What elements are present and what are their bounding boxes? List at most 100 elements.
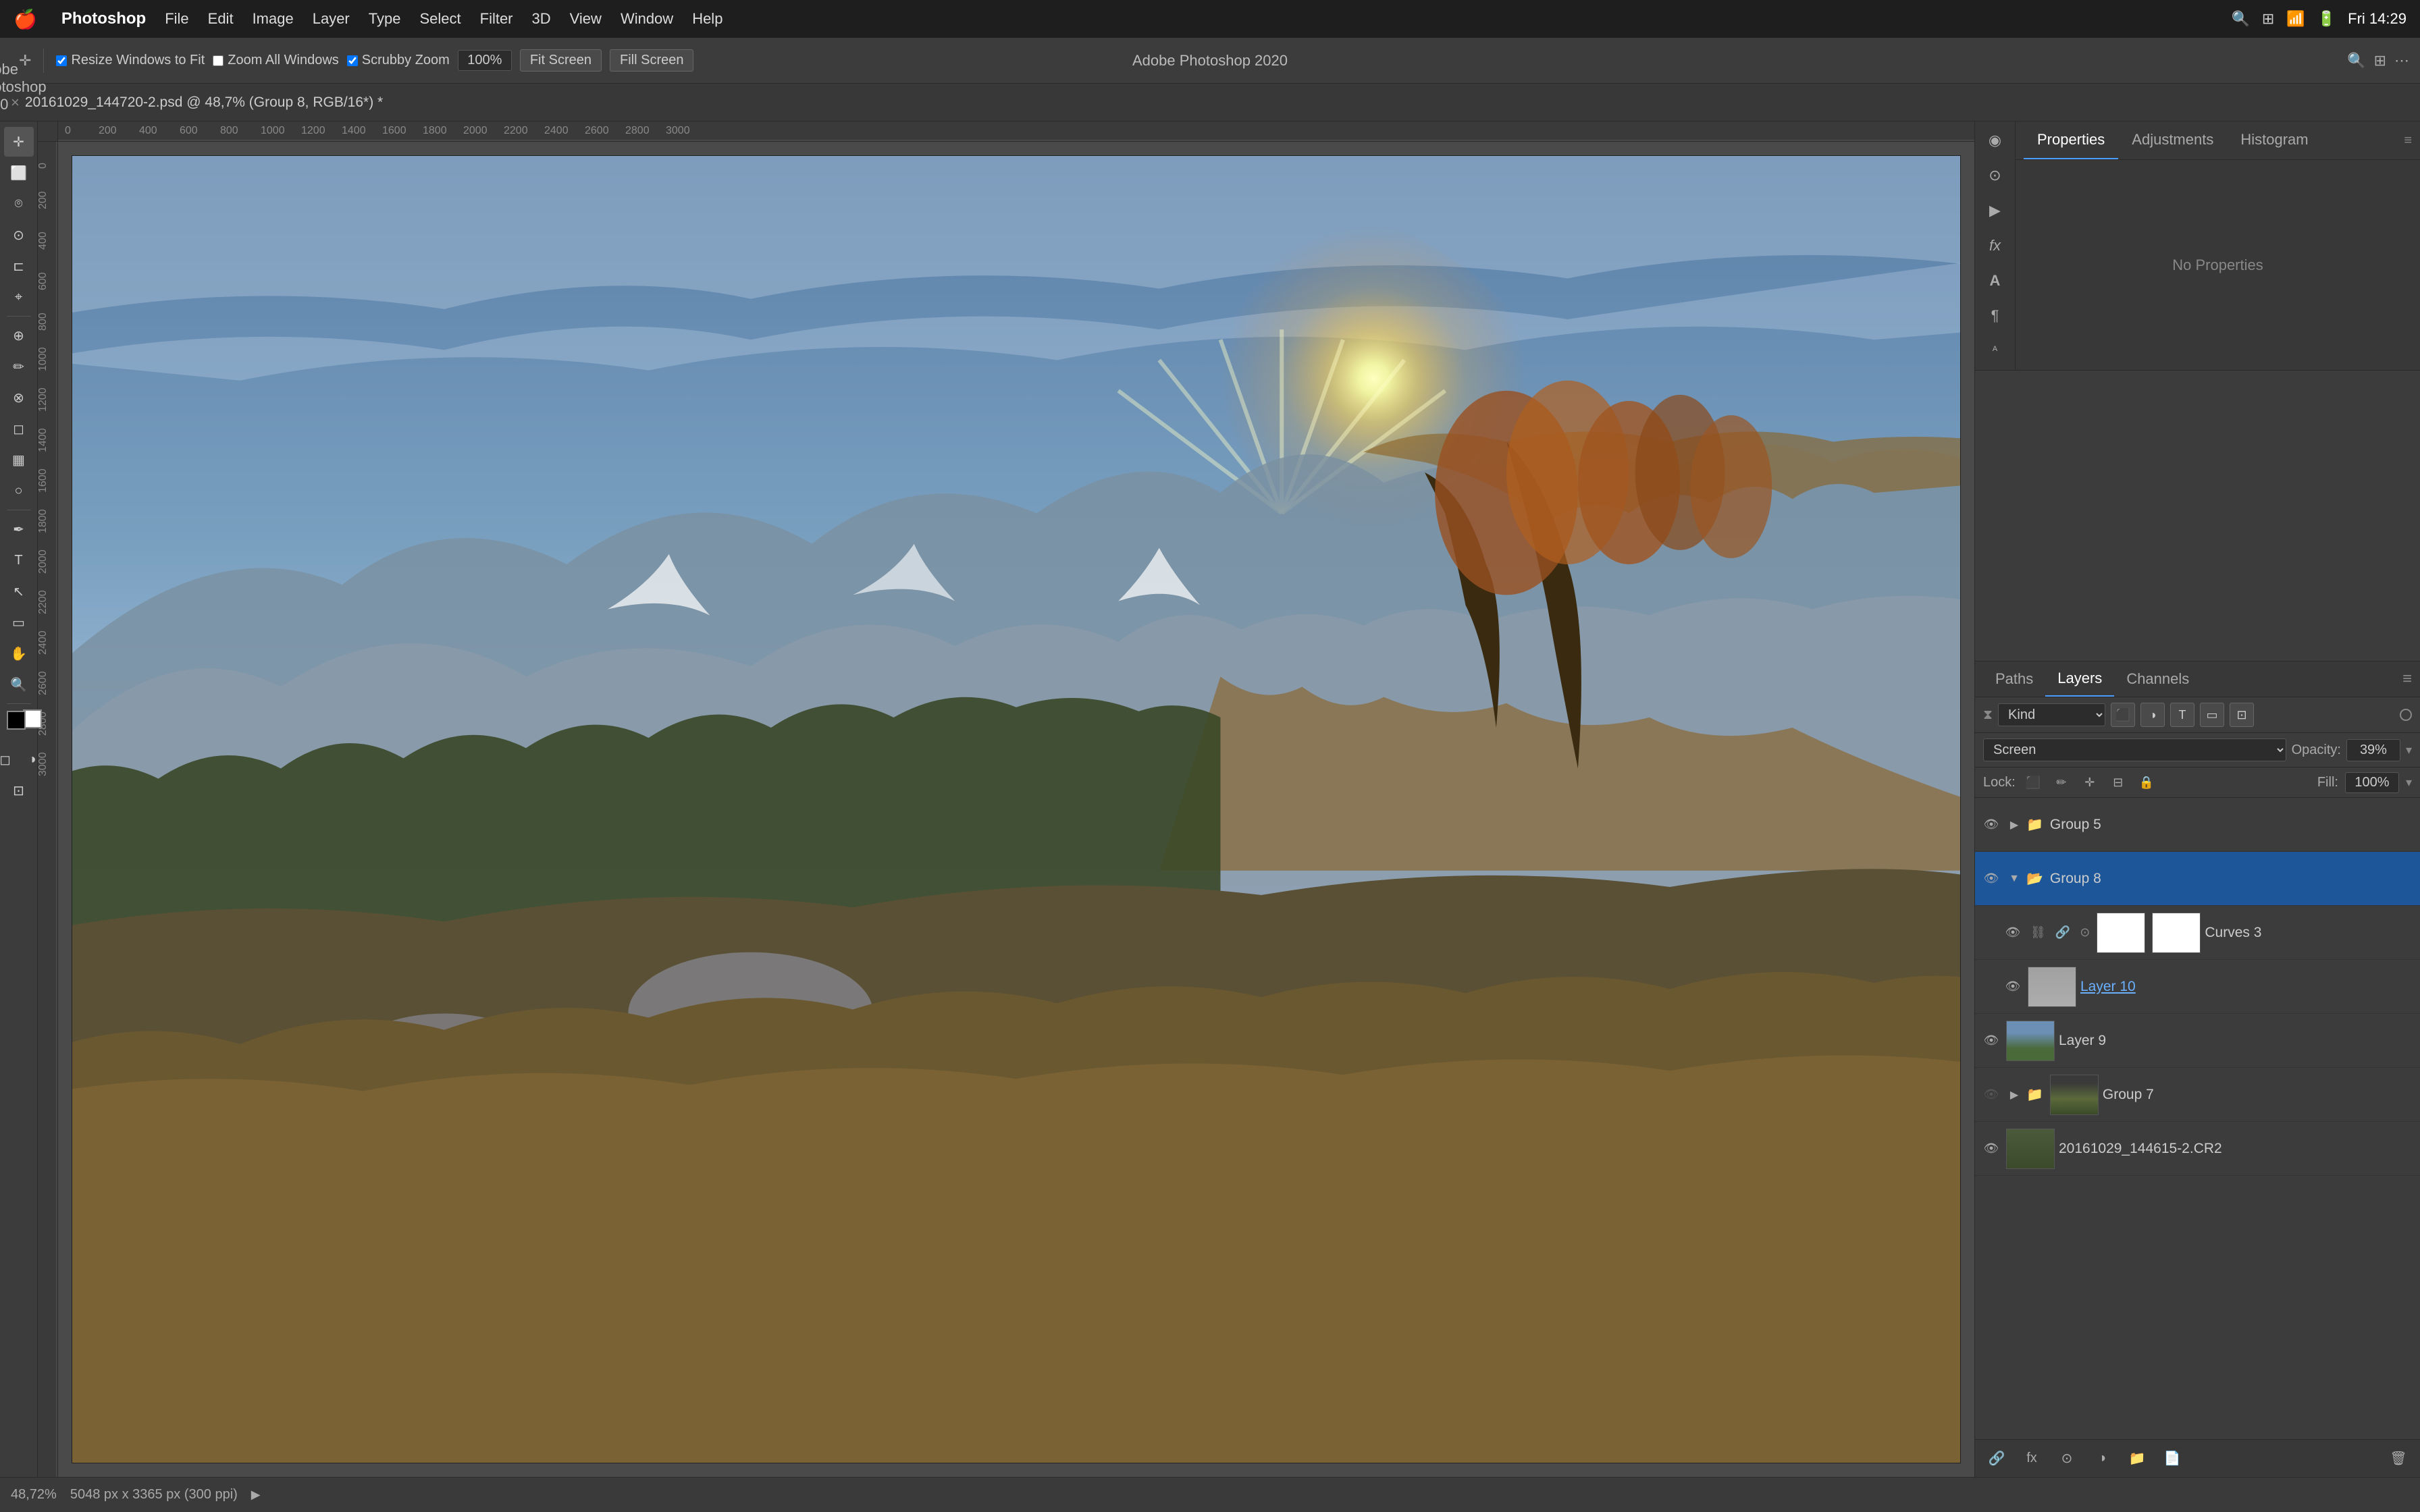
lock-transparent-btn[interactable]: ⬛ [2022,772,2044,793]
tab-layers[interactable]: Layers [2045,662,2114,697]
actions-icon[interactable]: ▶ [1980,196,2010,225]
opacity-value[interactable]: 39% [2346,739,2400,761]
foreground-color[interactable] [7,711,26,730]
delete-layer-btn[interactable]: 🗑 [2385,1445,2412,1472]
add-layer-style-btn[interactable]: fx [2018,1445,2045,1472]
search-icon-toolbar[interactable]: 🔍 [2347,52,2365,70]
layer-name-link[interactable]: Layer 10 [2080,979,2415,995]
tab-paths[interactable]: Paths [1983,662,2045,696]
new-layer-btn[interactable]: 📄 [2159,1445,2186,1472]
hand-tool[interactable]: ✋ [4,639,34,668]
layers-panel-options[interactable]: ≡ [2402,670,2412,688]
shape-tool[interactable]: ▭ [4,608,34,637]
lock-artboard-btn[interactable]: ⊟ [2107,772,2129,793]
lock-image-btn[interactable]: ✏ [2051,772,2072,793]
apple-menu[interactable]: 🍎 [14,8,37,30]
canvas-content[interactable] [58,142,1974,1477]
menu-image[interactable]: Image [253,10,294,28]
resize-windows-label[interactable]: Resize Windows to Fit [56,53,205,68]
quick-select-tool[interactable]: ⊙ [4,220,34,250]
fx-icon[interactable]: fx [1980,231,2010,261]
scrubby-zoom-checkbox[interactable] [347,55,358,66]
fill-value[interactable]: 100% [2345,772,2399,793]
opacity-arrow[interactable]: ▾ [2406,743,2412,757]
filter-shape-btn[interactable]: ▭ [2200,703,2224,727]
menu-3d[interactable]: 3D [532,10,551,28]
tab-adjustments[interactable]: Adjustments [2118,122,2227,159]
glyph-icon[interactable]: ᴬ [1980,336,2010,366]
layer-expand-btn[interactable]: ▶ [2006,817,2022,833]
tab-properties[interactable]: Properties [2024,122,2118,159]
path-select-tool[interactable]: ↖ [4,576,34,606]
menu-help[interactable]: Help [692,10,722,28]
healing-tool[interactable]: ⊕ [4,321,34,350]
resize-windows-checkbox[interactable] [56,55,67,66]
layer-row[interactable]: 👁 Layer 9 [1975,1014,2420,1068]
layer-row[interactable]: 👁 20161029_144615-2.CR2 [1975,1122,2420,1176]
clone-tool[interactable]: ⊗ [4,383,34,412]
layer-row[interactable]: 👁 ▶ 📁 Group 7 [1975,1068,2420,1122]
status-arrow[interactable]: ▶ [251,1488,261,1502]
text-tool[interactable]: T [4,545,34,575]
move-tool[interactable]: ✛ [4,127,34,157]
lasso-tool[interactable]: ⌾ [4,189,34,219]
layer-expand-btn[interactable]: ▶ [2006,1087,2022,1103]
layer-expand-btn[interactable]: ▼ [2006,871,2022,887]
para-icon[interactable]: ¶ [1980,301,2010,331]
menu-edit[interactable]: Edit [208,10,234,28]
layer-row[interactable]: 👁 Layer 10 [1975,960,2420,1014]
marquee-tool[interactable]: ⬜ [4,158,34,188]
workspace-icon[interactable]: ⊞ [2374,52,2386,70]
menu-layer[interactable]: Layer [313,10,350,28]
menu-select[interactable]: Select [419,10,461,28]
screen-mode[interactable]: ⊡ [4,776,34,805]
layer-visibility-btn[interactable]: 👁 [1980,868,2002,890]
layer-visibility-btn[interactable]: 👁 [2002,922,2024,944]
filter-pixel-btn[interactable]: ⬛ [2111,703,2135,727]
layer-visibility-btn[interactable]: 👁 [1980,1084,2002,1106]
brush-tool[interactable]: ✏ [4,352,34,381]
new-adjustment-layer-btn[interactable]: ◑ [2088,1445,2115,1472]
layer-visibility-btn[interactable]: 👁 [1980,814,2002,836]
new-group-btn[interactable]: 📁 [2124,1445,2151,1472]
layer-visibility-btn[interactable]: 👁 [1980,1138,2002,1160]
blend-mode-select[interactable]: Screen Normal Multiply Overlay Soft Ligh… [1983,738,2286,761]
scrubby-zoom-label[interactable]: Scrubby Zoom [347,53,450,68]
filter-text-btn[interactable]: T [2170,703,2194,727]
gradient-tool[interactable]: ▦ [4,445,34,475]
panel-options-icon[interactable]: ≡ [2404,133,2412,148]
lock-position-btn[interactable]: ✛ [2079,772,2101,793]
layer-row[interactable]: 👁 ▼ 📂 Group 8 [1975,852,2420,906]
link-layers-btn[interactable]: 🔗 [1983,1445,2010,1472]
filter-adjust-btn[interactable]: ◑ [2140,703,2165,727]
filter-smart-btn[interactable]: ⊡ [2230,703,2254,727]
dodge-tool[interactable]: ○ [4,476,34,506]
menu-file[interactable]: File [165,10,188,28]
search-icon[interactable]: 🔍 [2232,10,2250,28]
filter-toggle[interactable] [2400,709,2412,721]
crop-tool[interactable]: ⊏ [4,251,34,281]
history-icon[interactable]: ◉ [1980,126,2010,155]
layer-visibility-btn[interactable]: 👁 [2002,976,2024,998]
fit-screen-button[interactable]: Fit Screen [520,49,602,72]
add-mask-btn[interactable]: ⊙ [2053,1445,2080,1472]
zoom-display[interactable]: 100% [458,50,512,71]
filter-type-select[interactable]: Kind Name Effect Mode Attribute Color Sm… [1998,703,2105,726]
tab-histogram[interactable]: Histogram [2227,122,2321,159]
snapshot-icon[interactable]: ⊙ [1980,161,2010,190]
zoom-all-windows-label[interactable]: Zoom All Windows [213,53,339,68]
control-center-icon[interactable]: ⊞ [2262,10,2274,28]
background-color[interactable] [23,709,42,728]
lock-all-btn[interactable]: 🔒 [2136,772,2157,793]
menu-filter[interactable]: Filter [480,10,513,28]
more-icon[interactable]: ⋯ [2394,52,2409,70]
menu-window[interactable]: Window [621,10,673,28]
fill-screen-button[interactable]: Fill Screen [610,49,693,72]
layer-row[interactable]: 👁 ▶ 📁 Group 5 [1975,798,2420,852]
menu-view[interactable]: View [570,10,602,28]
layer-visibility-btn[interactable]: 👁 [1980,1030,2002,1052]
tab-channels[interactable]: Channels [2114,662,2201,696]
char-icon[interactable]: A [1980,266,2010,296]
fill-arrow[interactable]: ▾ [2406,776,2412,790]
standard-mode[interactable]: ◻ [0,747,18,772]
